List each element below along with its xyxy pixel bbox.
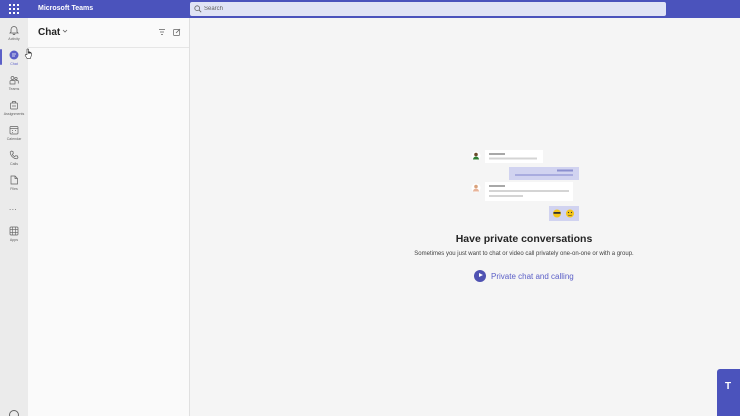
help-icon[interactable] (9, 410, 19, 416)
rail-label: Chat (10, 62, 18, 66)
new-chat-icon[interactable] (173, 28, 181, 36)
rail-item-calls[interactable]: Calls (0, 147, 28, 171)
app-rail: Activity Chat Teams Assignments Calendar… (0, 18, 28, 416)
mouse-cursor-icon (24, 48, 32, 59)
rail-label: Assignments (3, 112, 25, 116)
top-bar: Microsoft Teams (0, 0, 740, 18)
calendar-icon (9, 126, 19, 135)
rail-label: Calendar (6, 137, 22, 141)
chevron-down-icon[interactable] (62, 28, 68, 34)
app-title: Microsoft Teams (38, 5, 94, 12)
teams-logo-letter: T (725, 381, 732, 392)
filter-icon[interactable] (158, 28, 166, 36)
empty-state-title: Have private conversations (455, 233, 593, 245)
conversation-illustration (471, 150, 579, 221)
teams-logo-badge: T (717, 369, 740, 416)
search-bar[interactable] (190, 2, 666, 16)
chat-icon (9, 50, 19, 60)
rail-label: Files (10, 187, 18, 191)
rail-label: Apps (9, 238, 19, 242)
chat-title[interactable]: Chat (38, 27, 60, 39)
main-content: Have private conversations Sometimes you… (191, 18, 740, 416)
rail-item-assignments[interactable]: Assignments (0, 97, 28, 121)
play-icon (474, 270, 486, 282)
rail-label: Teams (8, 87, 20, 91)
teams-icon (9, 76, 19, 85)
chat-pane-header: Chat (28, 18, 189, 48)
rail-item-activity[interactable]: Activity (0, 22, 28, 46)
video-link-label: Private chat and calling (491, 271, 574, 281)
rail-label: Activity (8, 37, 20, 41)
rail-item-files[interactable]: Files (0, 172, 28, 196)
bell-icon (9, 26, 19, 35)
private-chat-video-link[interactable]: Private chat and calling (474, 269, 574, 283)
more-apps-icon[interactable]: ... (9, 204, 17, 212)
file-icon (10, 175, 18, 185)
assignments-icon (10, 101, 18, 110)
app-launcher-icon[interactable] (9, 4, 19, 14)
search-icon (194, 5, 202, 13)
apps-icon (9, 226, 19, 236)
rail-item-calendar[interactable]: Calendar (0, 122, 28, 146)
chat-list-pane: Chat (28, 18, 190, 416)
search-input[interactable] (204, 2, 654, 16)
phone-icon (9, 150, 19, 160)
rail-item-apps[interactable]: Apps (0, 223, 28, 247)
empty-state-subtitle: Sometimes you just want to chat or video… (414, 251, 634, 257)
rail-label: Calls (10, 162, 18, 166)
rail-item-teams[interactable]: Teams (0, 72, 28, 96)
